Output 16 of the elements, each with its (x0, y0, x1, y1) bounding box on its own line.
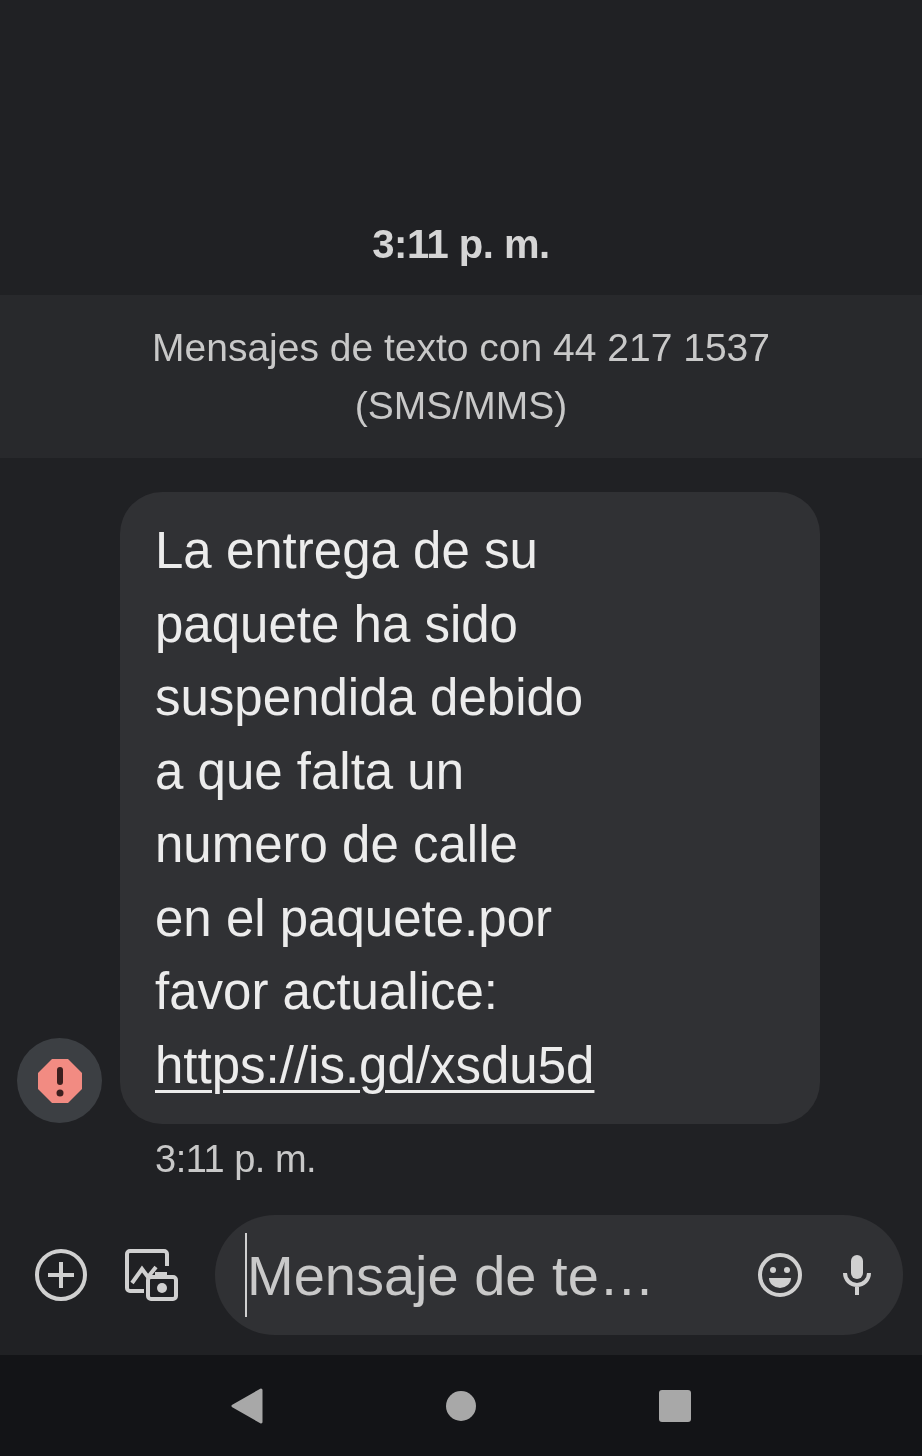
message-text: La entrega de su paquete ha sido suspendida debido a que falta un numero de calle en el paquete.por favor actualice: (155, 521, 585, 1022)
emoji-icon[interactable] (757, 1252, 803, 1298)
banner-text: (SMS/MMS) (354, 382, 568, 429)
back-icon[interactable] (231, 1387, 264, 1424)
microphone-icon[interactable] (841, 1253, 873, 1297)
message-input-field[interactable]: Mensaje de te… (247, 1242, 737, 1308)
add-icon[interactable] (34, 1248, 88, 1302)
message-link[interactable]: https://is.gd/xsdu5d (155, 1028, 595, 1102)
time-header: 3:11 p. m. (372, 222, 550, 267)
banner-text: Mensajes de texto con 44 217 1537 (152, 324, 770, 371)
gallery-camera-icon[interactable] (124, 1247, 178, 1303)
recents-icon[interactable] (658, 1389, 691, 1422)
home-icon[interactable] (446, 1390, 476, 1421)
message-field[interactable]: Mensaje de te… (215, 1215, 903, 1335)
message-bubble[interactable]: La entrega de su paquete ha sido suspendida debido a que falta un numero de calle en el paquete.por favor actualice: https://is.gd/xsdu5d (120, 492, 820, 1124)
message-time: 3:11 p. m. (155, 1138, 318, 1181)
